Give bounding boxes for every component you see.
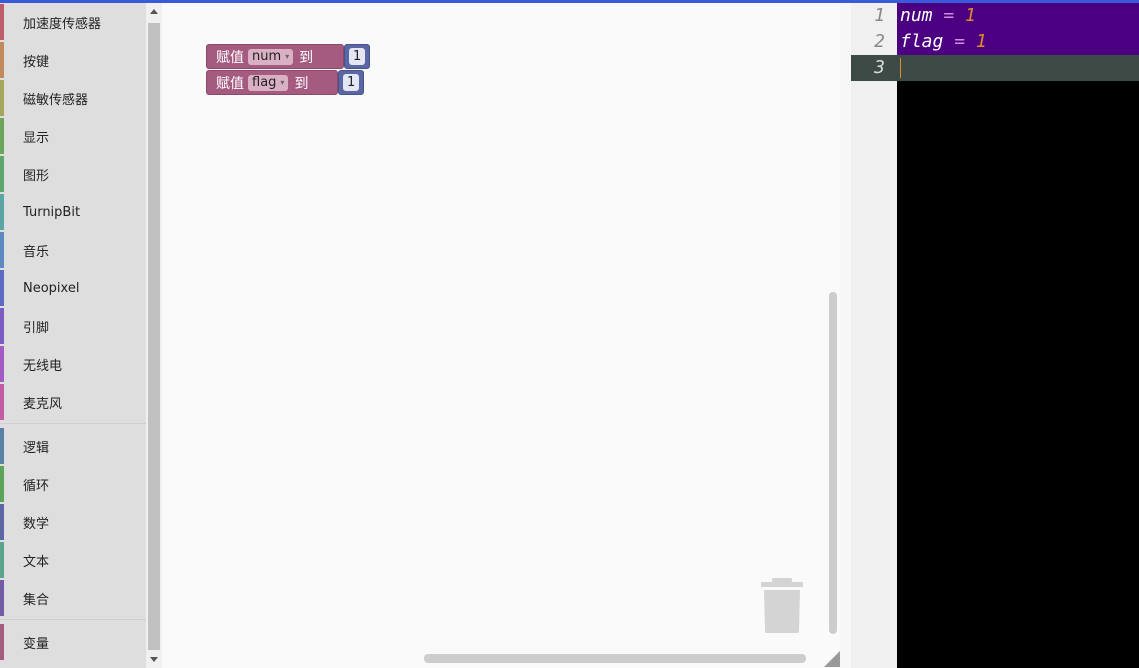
category-color-bar: [0, 232, 4, 268]
to-keyword: 到: [299, 49, 314, 66]
toolbox-category[interactable]: 图形: [0, 155, 146, 193]
editor-gutter: [851, 3, 897, 668]
line-number-active: 3: [851, 55, 897, 81]
category-label: 逻辑: [23, 440, 50, 456]
to-keyword: 到: [294, 75, 309, 92]
workspace-horizontal-scrollbar[interactable]: [424, 654, 806, 663]
category-label: 显示: [23, 130, 50, 146]
toolbox-category[interactable]: 麦克风: [0, 383, 146, 421]
toolbox-category[interactable]: 无线电: [0, 345, 146, 383]
assign-block-flag[interactable]: 赋值 flag ▾ 到: [206, 70, 338, 95]
category-label: 循环: [23, 478, 50, 494]
category-label: 加速度传感器: [23, 16, 102, 32]
dropdown-caret-icon: ▾: [280, 78, 285, 87]
category-label: 按键: [23, 54, 50, 70]
category-label: 集合: [23, 592, 50, 608]
category-label: 音乐: [23, 244, 50, 260]
code-operator: =: [954, 31, 966, 52]
code-editor[interactable]: [897, 3, 1139, 668]
code-line[interactable]: num = 1: [897, 3, 1139, 29]
category-label: 数学: [23, 516, 50, 532]
toolbox: 加速度传感器 按键磁敏传感器显示图形 TurnipBit 音乐 Neopixel 引脚无线…: [0, 3, 146, 668]
category-color-bar: [0, 346, 4, 382]
toolbox-category[interactable]: 音乐: [0, 231, 146, 269]
category-color-bar: [0, 118, 4, 154]
scroll-up-arrow-icon[interactable]: [150, 9, 158, 14]
toolbox-category[interactable]: 加速度传感器: [0, 3, 146, 41]
variable-name: num: [252, 49, 282, 64]
assign-block-num[interactable]: 赋值 num ▾ 到: [206, 44, 344, 69]
category-color-bar: [0, 384, 4, 420]
category-color-bar: [0, 156, 4, 192]
code-variable: flag: [900, 31, 944, 52]
toolbox-category[interactable]: 逻辑: [0, 427, 146, 465]
code-variable: num: [900, 5, 933, 26]
category-label: 图形: [23, 168, 50, 184]
toolbox-category[interactable]: 变量: [0, 623, 146, 661]
category-label: 引脚: [23, 320, 50, 336]
toolbox-category[interactable]: 按键: [0, 41, 146, 79]
category-color-bar: [0, 308, 4, 344]
line-number: 1: [874, 5, 885, 26]
category-color-bar: [0, 466, 4, 502]
line-number: 2: [874, 31, 885, 52]
category-color-bar: [0, 428, 4, 464]
number-block[interactable]: 1: [338, 70, 365, 95]
category-color-bar: [0, 580, 4, 616]
scroll-down-arrow-icon[interactable]: [150, 657, 158, 662]
assign-keyword: 赋值: [216, 75, 244, 92]
toolbox-separator: [0, 619, 146, 620]
category-label: 麦克风: [23, 396, 63, 412]
category-label: 变量: [23, 636, 50, 652]
category-color-bar: [0, 270, 4, 306]
code-line[interactable]: flag = 1: [897, 29, 1139, 55]
code-operator: =: [943, 5, 955, 26]
number-value[interactable]: 1: [343, 74, 360, 91]
resize-handle-icon[interactable]: [824, 651, 840, 667]
category-color-bar: [0, 80, 4, 116]
code-number: 1: [965, 5, 976, 26]
toolbox-category[interactable]: 磁敏传感器: [0, 79, 146, 117]
category-color-bar: [0, 4, 4, 40]
blocks-workspace[interactable]: 赋值 num ▾ 到 1 赋值 flag ▾ 到 1: [162, 3, 840, 668]
variable-dropdown-flag[interactable]: flag ▾: [248, 74, 289, 91]
number-value[interactable]: 1: [349, 48, 366, 65]
trash-icon[interactable]: [759, 578, 805, 634]
variable-name: flag: [252, 75, 277, 90]
text-cursor: [900, 58, 901, 78]
code-line-active[interactable]: [897, 55, 1139, 81]
number-block[interactable]: 1: [344, 44, 371, 69]
category-color-bar: [0, 194, 4, 230]
category-label: Neopixel: [23, 280, 80, 296]
toolbox-category[interactable]: Neopixel: [0, 269, 146, 307]
dropdown-caret-icon: ▾: [285, 52, 290, 61]
code-number: 1: [975, 31, 987, 52]
assign-keyword: 赋值: [216, 49, 244, 66]
category-label: 磁敏传感器: [23, 92, 89, 108]
toolbox-category[interactable]: 引脚: [0, 307, 146, 345]
toolbox-category[interactable]: 数学: [0, 503, 146, 541]
toolbox-category[interactable]: TurnipBit: [0, 193, 146, 231]
category-color-bar: [0, 42, 4, 78]
category-label: 无线电: [23, 358, 63, 374]
workspace-vertical-scrollbar[interactable]: [829, 292, 837, 634]
toolbox-category[interactable]: 显示: [0, 117, 146, 155]
panel-divider[interactable]: [840, 3, 851, 668]
category-color-bar: [0, 624, 4, 660]
toolbox-scroll-thumb[interactable]: [148, 23, 160, 650]
toolbox-separator: [0, 423, 146, 424]
toolbox-scrollbar[interactable]: [146, 3, 162, 668]
variable-dropdown-num[interactable]: num ▾: [248, 48, 294, 65]
toolbox-category[interactable]: 文本: [0, 541, 146, 579]
category-label: TurnipBit: [23, 204, 81, 220]
category-color-bar: [0, 542, 4, 578]
category-color-bar: [0, 504, 4, 540]
category-label: 文本: [23, 554, 50, 570]
toolbox-category[interactable]: 集合: [0, 579, 146, 617]
toolbox-category[interactable]: 循环: [0, 465, 146, 503]
